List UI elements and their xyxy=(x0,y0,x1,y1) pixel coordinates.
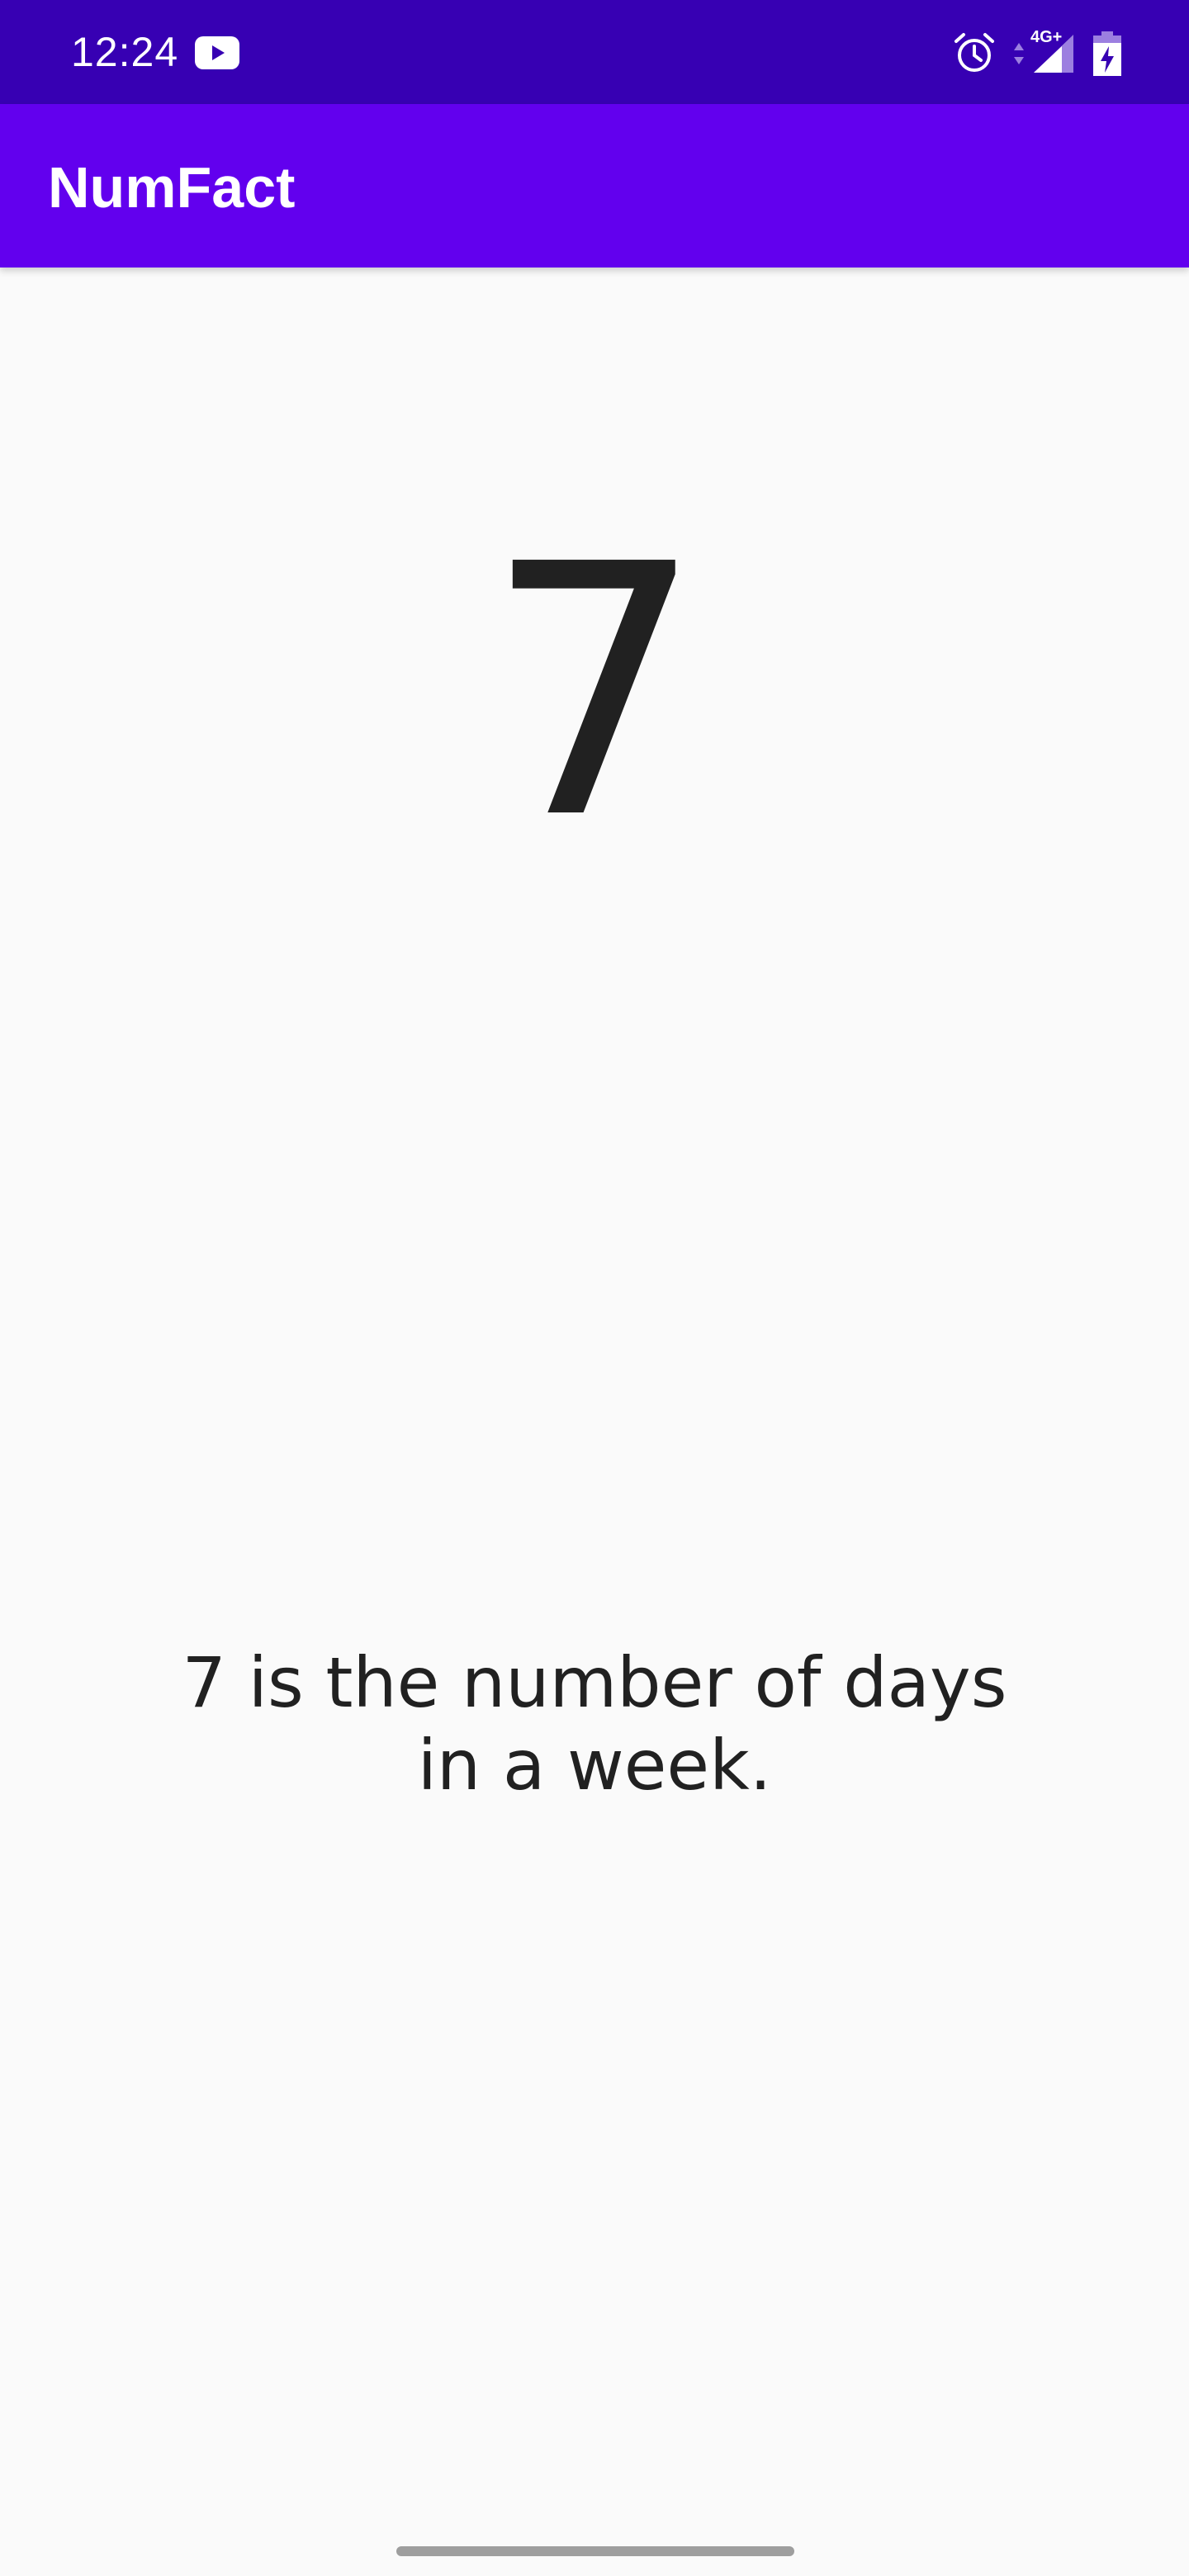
alarm-icon xyxy=(955,33,994,72)
number-display: 7 xyxy=(484,491,705,895)
fact-text: 7 is the number of days in a week. xyxy=(182,1642,1007,1806)
gesture-navigation-bar[interactable] xyxy=(396,2546,794,2556)
status-time: 12:24 xyxy=(71,29,179,75)
app-title: NumFact xyxy=(48,155,296,220)
battery-charging-icon xyxy=(1093,31,1121,76)
status-bar: 12:24 4G+ xyxy=(0,0,1189,104)
data-arrows-icon xyxy=(1014,43,1024,64)
app-bar: NumFact xyxy=(0,104,1189,268)
screen: 12:24 4G+ NumFact 7 7 is the number of d… xyxy=(0,0,1189,2576)
signal-icon xyxy=(1034,35,1073,73)
youtube-icon xyxy=(195,36,239,69)
